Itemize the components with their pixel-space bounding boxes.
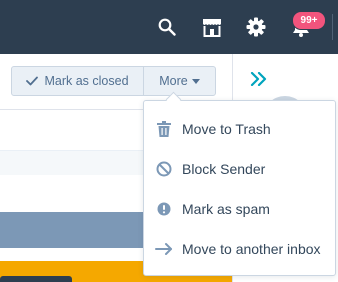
- marketplace-icon[interactable]: [199, 14, 225, 40]
- arrow-right-icon: [155, 240, 173, 258]
- more-dropdown-button[interactable]: More: [144, 67, 215, 95]
- menu-item-move-to-trash[interactable]: Move to Trash: [144, 109, 335, 149]
- caret-down-icon: [191, 78, 200, 84]
- mark-as-closed-button[interactable]: Mark as closed: [12, 67, 144, 95]
- checkmark-icon: [26, 76, 39, 86]
- message-tab: [0, 276, 72, 282]
- top-navigation-bar: 99+: [0, 0, 338, 54]
- conversation-actions: Mark as closed More: [11, 66, 216, 96]
- mark-as-closed-label: Mark as closed: [44, 74, 129, 88]
- menu-item-label: Block Sender: [182, 161, 266, 177]
- menu-item-mark-as-spam[interactable]: Mark as spam: [144, 189, 335, 229]
- menu-item-label: Move to Trash: [182, 121, 271, 137]
- settings-gear-icon[interactable]: [243, 14, 269, 40]
- trash-icon: [155, 120, 173, 138]
- more-label: More: [159, 74, 188, 88]
- nav-divider: [332, 14, 333, 40]
- block-icon: [155, 160, 173, 178]
- menu-item-move-to-another-inbox[interactable]: Move to another inbox: [144, 229, 335, 269]
- menu-item-label: Move to another inbox: [182, 241, 321, 257]
- menu-item-label: Mark as spam: [182, 201, 270, 217]
- notifications-badge: 99+: [292, 11, 326, 30]
- more-actions-menu: Move to Trash Block Sender Mark as spam …: [143, 100, 336, 276]
- expand-sidebar-icon[interactable]: [250, 71, 270, 88]
- spam-alert-icon: [155, 200, 173, 218]
- menu-item-block-sender[interactable]: Block Sender: [144, 149, 335, 189]
- search-icon[interactable]: [154, 14, 180, 40]
